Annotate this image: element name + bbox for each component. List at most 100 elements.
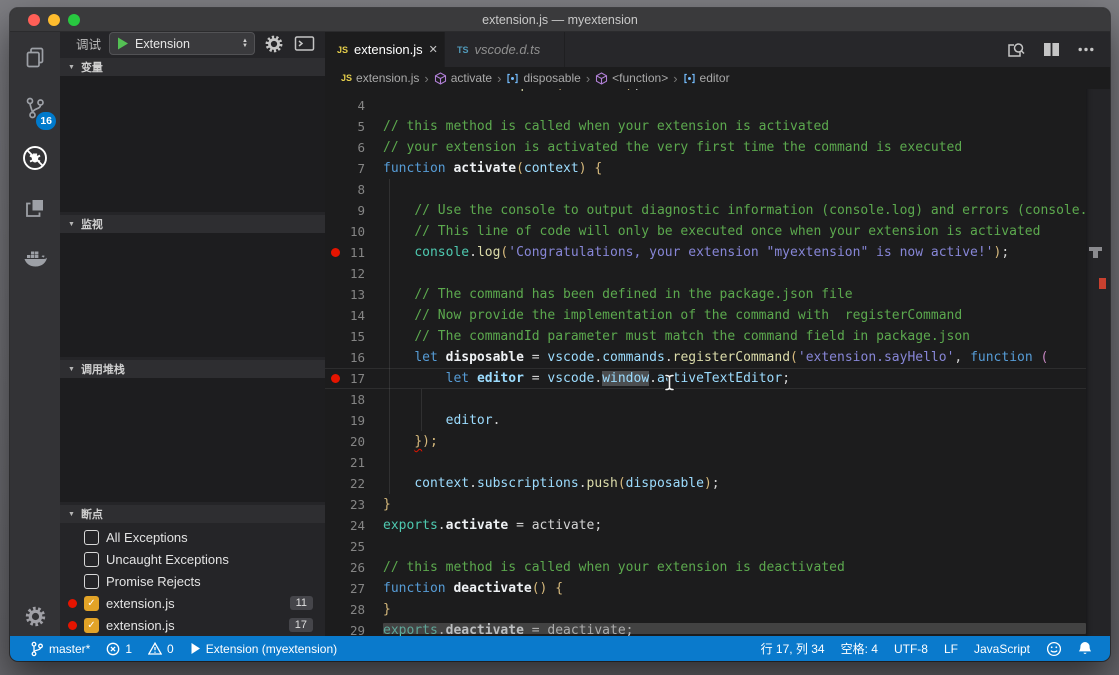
code-line-26[interactable]: 26// this method is called when your ext… xyxy=(325,557,1110,578)
gutter-10[interactable]: 10 xyxy=(325,221,383,242)
breakpoint-checkbox[interactable]: ✓ xyxy=(84,618,99,633)
zoom-window-button[interactable] xyxy=(68,14,80,26)
code-line-18[interactable]: 18 xyxy=(325,389,1110,410)
code-line-15[interactable]: 15 // The commandId parameter must match… xyxy=(325,326,1110,347)
overview-ruler[interactable] xyxy=(1086,89,1110,636)
breadcrumb-item[interactable]: <function> xyxy=(595,71,668,85)
breakpoint-item[interactable]: ✓extension.js11 xyxy=(60,592,325,614)
section-header-0[interactable]: ▼变量 xyxy=(60,58,325,76)
start-debug-icon[interactable] xyxy=(116,36,129,51)
activity-item-source-control[interactable]: 16 xyxy=(10,84,60,132)
code-line-7[interactable]: 7function activate(context) { xyxy=(325,158,1110,179)
editor[interactable]: 3const vscode = require('vscode');45// t… xyxy=(325,67,1110,636)
tab-vscode.d.ts[interactable]: TSvscode.d.ts xyxy=(445,32,565,67)
gutter-26[interactable]: 26 xyxy=(325,557,383,578)
gutter-24[interactable]: 24 xyxy=(325,515,383,536)
gutter-6[interactable]: 6 xyxy=(325,137,383,158)
code-line-28[interactable]: 28} xyxy=(325,599,1110,620)
open-preview-button[interactable] xyxy=(1006,41,1025,59)
gutter-22[interactable]: 22 xyxy=(325,473,383,494)
debug-settings-button[interactable] xyxy=(263,33,285,55)
code-line-16[interactable]: 16 let disposable = vscode.commands.regi… xyxy=(325,347,1110,368)
code-line-19[interactable]: 19 editor. xyxy=(325,410,1110,431)
code-line-6[interactable]: 6// your extension is activated the very… xyxy=(325,137,1110,158)
close-tab-icon[interactable]: ✕ xyxy=(429,43,438,56)
gutter-9[interactable]: 9 xyxy=(325,200,383,221)
gutter-13[interactable]: 13 xyxy=(325,284,383,305)
breadcrumb-item[interactable]: editor xyxy=(683,71,730,85)
statusbar-notifications[interactable] xyxy=(1070,641,1100,657)
code-line-22[interactable]: 22 context.subscriptions.push(disposable… xyxy=(325,473,1110,494)
debug-console-button[interactable] xyxy=(293,33,315,55)
split-editor-button[interactable] xyxy=(1043,42,1060,57)
gutter-21[interactable]: 21 xyxy=(325,452,383,473)
code-line-27[interactable]: 27function deactivate() { xyxy=(325,578,1110,599)
section-header-2[interactable]: ▼调用堆栈 xyxy=(60,360,325,378)
breakpoint-glyph-icon[interactable] xyxy=(331,374,340,383)
settings-button[interactable] xyxy=(10,605,60,628)
code-line-13[interactable]: 13 // The command has been defined in th… xyxy=(325,284,1110,305)
code-line-11[interactable]: 11 console.log('Congratulations, your ex… xyxy=(325,242,1110,263)
gutter-25[interactable]: 25 xyxy=(325,536,383,557)
statusbar-eol[interactable]: LF xyxy=(936,642,966,656)
gutter-29[interactable]: 29 xyxy=(325,620,383,636)
gutter-17[interactable]: 17 xyxy=(325,368,383,389)
code-line-14[interactable]: 14 // Now provide the implementation of … xyxy=(325,305,1110,326)
tab-extension.js[interactable]: JSextension.js✕ xyxy=(325,32,445,67)
code-line-25[interactable]: 25 xyxy=(325,536,1110,557)
code-line-9[interactable]: 9 // Use the console to output diagnosti… xyxy=(325,200,1110,221)
gutter-14[interactable]: 14 xyxy=(325,305,383,326)
code-line-5[interactable]: 5// this method is called when your exte… xyxy=(325,116,1110,137)
horizontal-scrollbar[interactable] xyxy=(383,623,1086,634)
statusbar-feedback[interactable] xyxy=(1038,641,1070,657)
code-line-21[interactable]: 21 xyxy=(325,452,1110,473)
close-window-button[interactable] xyxy=(28,14,40,26)
code-line-23[interactable]: 23} xyxy=(325,494,1110,515)
code-line-10[interactable]: 10 // This line of code will only be exe… xyxy=(325,221,1110,242)
gutter-5[interactable]: 5 xyxy=(325,116,383,137)
activity-item-docker[interactable] xyxy=(10,234,60,282)
gutter-4[interactable]: 4 xyxy=(325,95,383,116)
statusbar-git-branch[interactable]: master* xyxy=(22,641,98,657)
breakpoint-checkbox[interactable]: ✓ xyxy=(84,596,99,611)
code-line-8[interactable]: 8 xyxy=(325,179,1110,200)
code-line-4[interactable]: 4 xyxy=(325,95,1110,116)
breadcrumb-item[interactable]: activate xyxy=(434,71,492,85)
gutter-12[interactable]: 12 xyxy=(325,263,383,284)
gutter-11[interactable]: 11 xyxy=(325,242,383,263)
minimize-window-button[interactable] xyxy=(48,14,60,26)
statusbar-encoding[interactable]: UTF-8 xyxy=(886,642,936,656)
breadcrumb-item[interactable]: disposable xyxy=(506,71,580,85)
section-header-1[interactable]: ▼监视 xyxy=(60,215,325,233)
gutter-15[interactable]: 15 xyxy=(325,326,383,347)
code-line-12[interactable]: 12 xyxy=(325,263,1110,284)
gutter-19[interactable]: 19 xyxy=(325,410,383,431)
gutter-20[interactable]: 20 xyxy=(325,431,383,452)
statusbar-errors[interactable]: 1 xyxy=(98,642,140,656)
activity-item-debug[interactable] xyxy=(10,134,60,182)
breakpoint-checkbox[interactable] xyxy=(84,552,99,567)
gutter-16[interactable]: 16 xyxy=(325,347,383,368)
gutter-28[interactable]: 28 xyxy=(325,599,383,620)
activity-item-explorer[interactable] xyxy=(10,34,60,82)
statusbar-cursor-position[interactable]: 行 17, 列 34 xyxy=(753,640,833,657)
breakpoint-item[interactable]: All Exceptions xyxy=(60,526,325,548)
breakpoint-item[interactable]: Uncaught Exceptions xyxy=(60,548,325,570)
statusbar-warnings[interactable]: 0 xyxy=(140,642,182,656)
breakpoint-checkbox[interactable] xyxy=(84,530,99,545)
code-line-17[interactable]: 17 let editor = vscode.window.activeText… xyxy=(325,368,1110,389)
gutter-27[interactable]: 27 xyxy=(325,578,383,599)
breadcrumb-item[interactable]: JSextension.js xyxy=(341,71,419,85)
gutter-8[interactable]: 8 xyxy=(325,179,383,200)
breakpoint-item[interactable]: ✓extension.js17 xyxy=(60,614,325,636)
gutter-23[interactable]: 23 xyxy=(325,494,383,515)
statusbar-language-mode[interactable]: JavaScript xyxy=(966,642,1038,656)
section-header-3[interactable]: ▼断点 xyxy=(60,505,325,523)
gutter-18[interactable]: 18 xyxy=(325,389,383,410)
gutter-7[interactable]: 7 xyxy=(325,158,383,179)
breakpoint-item[interactable]: Promise Rejects xyxy=(60,570,325,592)
code-line-24[interactable]: 24exports.activate = activate; xyxy=(325,515,1110,536)
statusbar-debug-target[interactable]: Extension (myextension) xyxy=(182,642,345,656)
more-actions-button[interactable] xyxy=(1078,47,1094,52)
activity-item-extensions[interactable] xyxy=(10,184,60,232)
